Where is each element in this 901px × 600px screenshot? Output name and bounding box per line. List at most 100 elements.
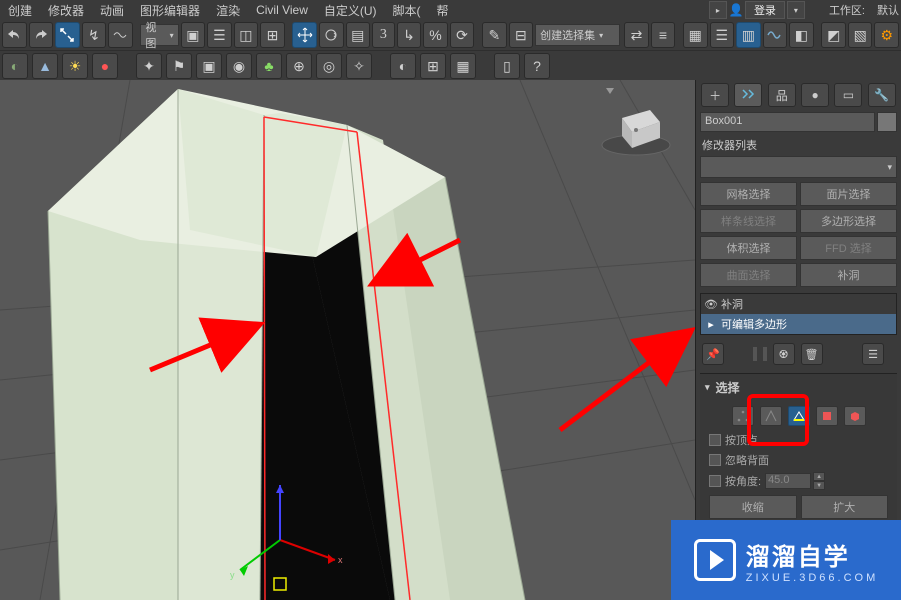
menu-help[interactable]: 帮 bbox=[431, 1, 455, 19]
by-vertex-checkbox[interactable] bbox=[709, 434, 721, 446]
stack-item-0[interactable]: 补洞 bbox=[721, 296, 743, 312]
ref-coord-button[interactable]: 3 bbox=[372, 22, 395, 48]
tab-motion[interactable]: ● bbox=[801, 83, 829, 107]
login-prev[interactable]: ▸ bbox=[709, 1, 727, 19]
flow-icon[interactable]: ⚑ bbox=[166, 53, 192, 79]
menu-animation[interactable]: 动画 bbox=[94, 1, 130, 19]
modifier-stack[interactable]: 👁 补洞 ▸ 可编辑多边形 bbox=[700, 293, 897, 335]
stack-item-1[interactable]: 可编辑多边形 bbox=[721, 316, 787, 332]
subobj-polygon-button[interactable] bbox=[816, 406, 838, 426]
sphere-icon[interactable]: ● bbox=[92, 53, 118, 79]
grow-button[interactable]: 扩大 bbox=[801, 495, 889, 519]
subobj-vertex-button[interactable] bbox=[732, 406, 754, 426]
menu-script[interactable]: 脚本( bbox=[387, 1, 427, 19]
spinner-snap-button[interactable]: ⟳ bbox=[450, 22, 475, 48]
modifier-list-dropdown[interactable]: ▾ bbox=[700, 156, 897, 178]
undo-button[interactable] bbox=[2, 22, 27, 48]
teapot-icon[interactable]: ◐ bbox=[2, 53, 28, 79]
visibility-icon[interactable]: 👁 bbox=[705, 298, 717, 311]
tab-create[interactable]: ＋ bbox=[701, 83, 729, 107]
btn-patch-select[interactable]: 面片选择 bbox=[800, 182, 897, 206]
expand-icon[interactable]: ▸ bbox=[705, 318, 717, 331]
pin-stack-button[interactable]: 📌 bbox=[702, 343, 724, 365]
menu-render[interactable]: 渲染 bbox=[210, 1, 246, 19]
btn-mesh-select[interactable]: 网格选择 bbox=[700, 182, 797, 206]
hp-icon[interactable]: ⊕ bbox=[286, 53, 312, 79]
by-angle-up[interactable]: ▲ bbox=[813, 472, 825, 481]
seat-icon[interactable]: ◉ bbox=[226, 53, 252, 79]
login-dropdown[interactable]: ▾ bbox=[787, 1, 805, 19]
select-region-button[interactable]: ◫ bbox=[234, 22, 259, 48]
swirl-icon[interactable]: ◎ bbox=[316, 53, 342, 79]
configure-sets-button[interactable]: 🗑 bbox=[801, 343, 823, 365]
sun-icon[interactable]: ☀ bbox=[62, 53, 88, 79]
schematic-view-button[interactable] bbox=[763, 22, 788, 48]
render-setup-button[interactable]: ◩ bbox=[821, 22, 846, 48]
tab-display[interactable]: ▭ bbox=[834, 83, 862, 107]
idle-icon[interactable]: ▣ bbox=[196, 53, 222, 79]
named-sel-edit-button[interactable]: ✎ bbox=[482, 22, 507, 48]
rollout-toggle-icon[interactable]: ▾ bbox=[705, 382, 710, 393]
container-icon[interactable]: ⊞ bbox=[420, 53, 446, 79]
named-sel-combo[interactable]: 创建选择集▾ bbox=[535, 24, 620, 46]
object-color-swatch[interactable] bbox=[877, 112, 897, 132]
stack-options-button[interactable]: ☰ bbox=[862, 343, 884, 365]
subobj-edge-button[interactable] bbox=[760, 406, 782, 426]
btn-spline-select[interactable]: 样条线选择 bbox=[700, 209, 797, 233]
btn-poly-select[interactable]: 多边形选择 bbox=[800, 209, 897, 233]
selection-filter-combo[interactable]: 视图▾ bbox=[140, 24, 178, 46]
named-sel-lock-button[interactable]: ⊟ bbox=[509, 22, 534, 48]
menu-graph-editor[interactable]: 图形编辑器 bbox=[134, 1, 206, 19]
shrink-button[interactable]: 收缩 bbox=[709, 495, 797, 519]
by-angle-value[interactable]: 45.0 bbox=[765, 473, 811, 489]
bind-spacewarp-button[interactable] bbox=[108, 22, 133, 48]
by-angle-checkbox[interactable] bbox=[709, 475, 721, 487]
select-object-button[interactable]: ▣ bbox=[181, 22, 206, 48]
window-crossing-button[interactable]: ⊞ bbox=[260, 22, 285, 48]
populate-icon[interactable]: ✦ bbox=[136, 53, 162, 79]
use-pivot-button[interactable]: ↳ bbox=[397, 22, 422, 48]
select-by-name-button[interactable]: ☰ bbox=[207, 22, 232, 48]
state-sets-icon[interactable]: ▦ bbox=[450, 53, 476, 79]
scale-button[interactable]: ▤ bbox=[346, 22, 371, 48]
remove-modifier-button[interactable]: ♼ bbox=[773, 343, 795, 365]
login-button[interactable]: 登录 bbox=[745, 1, 785, 19]
menu-civil-view[interactable]: Civil View bbox=[250, 1, 314, 19]
menu-customize[interactable]: 自定义(U) bbox=[318, 1, 383, 19]
subobj-element-button[interactable] bbox=[844, 406, 866, 426]
toggle-ribbon-button[interactable]: ☰ bbox=[710, 22, 735, 48]
btn-surf-select[interactable]: 曲面选择 bbox=[700, 263, 797, 287]
gradient-icon[interactable]: ◐ bbox=[390, 53, 416, 79]
render-frame-button[interactable]: ▧ bbox=[848, 22, 873, 48]
help-icon[interactable]: ? bbox=[524, 53, 550, 79]
btn-cap-holes[interactable]: 补洞 bbox=[800, 263, 897, 287]
btn-ffd-select[interactable]: FFD 选择 bbox=[800, 236, 897, 260]
plant-icon[interactable]: ♣ bbox=[256, 53, 282, 79]
show-end-result-button[interactable] bbox=[753, 347, 757, 361]
perspective-viewport[interactable]: x y bbox=[0, 80, 695, 600]
tab-utilities[interactable]: 🔧 bbox=[868, 83, 896, 107]
btn-vol-select[interactable]: 体积选择 bbox=[700, 236, 797, 260]
unlink-button[interactable]: ↯ bbox=[82, 22, 107, 48]
align-button[interactable]: ≡ bbox=[651, 22, 676, 48]
make-unique-button[interactable] bbox=[763, 347, 767, 361]
by-angle-down[interactable]: ▼ bbox=[813, 481, 825, 490]
workspace-value[interactable]: 默认 bbox=[877, 2, 899, 18]
object-name-input[interactable]: Box001 bbox=[700, 112, 875, 132]
snap-percent-button[interactable]: % bbox=[423, 22, 448, 48]
menu-create[interactable]: 创建 bbox=[2, 1, 38, 19]
select-link-button[interactable] bbox=[55, 22, 80, 48]
ignore-backface-checkbox[interactable] bbox=[709, 454, 721, 466]
material-editor-button[interactable]: ◧ bbox=[789, 22, 814, 48]
render-button[interactable]: ⚙ bbox=[874, 22, 899, 48]
data-icon[interactable]: ▯ bbox=[494, 53, 520, 79]
tab-hierarchy[interactable]: 品 bbox=[768, 83, 796, 107]
tab-modify[interactable] bbox=[734, 83, 762, 107]
subobj-border-button[interactable] bbox=[788, 406, 810, 426]
layer-explorer-button[interactable]: ▦ bbox=[683, 22, 708, 48]
mirror-button[interactable]: ⇄ bbox=[624, 22, 649, 48]
daylight-icon[interactable]: ▲ bbox=[32, 53, 58, 79]
curve-editor-button[interactable]: ▥ bbox=[736, 22, 761, 48]
redo-button[interactable] bbox=[29, 22, 54, 48]
content-icon[interactable]: ✧ bbox=[346, 53, 372, 79]
